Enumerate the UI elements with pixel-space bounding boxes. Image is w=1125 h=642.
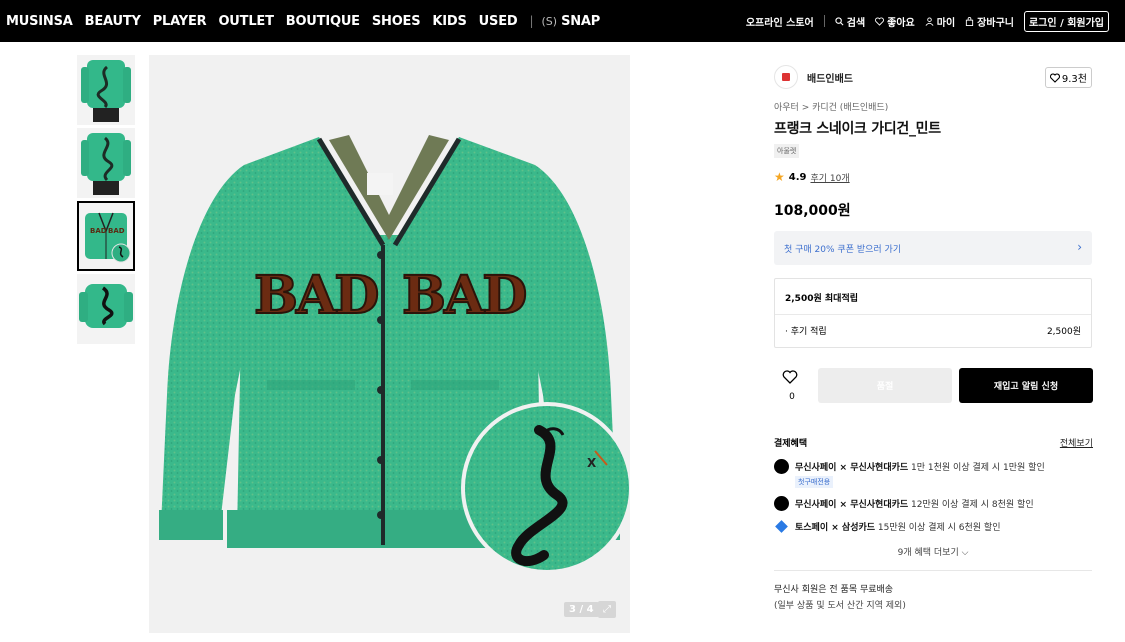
thumbnail-image: BAD BAD <box>79 203 133 269</box>
benefit-title: 무신사페이 × 무신사현대카드 <box>795 500 909 510</box>
image-pager: 3 / 4 <box>564 602 599 617</box>
benefit-item-3: 토스페이 × 삼성카드 15만원 이상 결제 시 6천원 할인 <box>774 520 1094 534</box>
benefit-text: 무신사페이 × 무신사현대카드 12만원 이상 결제 시 8천원 할인 <box>795 497 1034 510</box>
benefits-heading: 결제혜택 <box>774 439 808 449</box>
star-icon: ★ <box>774 170 785 184</box>
offline-store-link[interactable]: 오프라인 스토어 <box>746 14 814 29</box>
breadcrumb[interactable]: 아우터 > 카디건 (배드인배드) <box>774 100 888 113</box>
points-row-value: 2,500원 <box>1046 327 1081 337</box>
nav-item-player[interactable]: PLAYER <box>153 14 207 29</box>
benefit-title: 무신사페이 × 무신사현대카드 <box>795 463 909 473</box>
coupon-text: 첫 구매 20% 쿠폰 받으러 가기 <box>784 244 902 255</box>
points-divider <box>775 314 1091 315</box>
review-count-link[interactable]: 후기 10개 <box>810 171 849 184</box>
brand-row: 배드인배드 9.3천 <box>774 65 1092 90</box>
brand-like-count: 9.3천 <box>1061 74 1087 85</box>
cart-link[interactable]: 장바구니 <box>965 14 1014 29</box>
wish-count: 0 <box>789 392 795 402</box>
thumbnail-4[interactable] <box>77 274 135 344</box>
thumbnail-image <box>77 55 135 125</box>
brand-name[interactable]: 배드인배드 <box>807 70 853 85</box>
coupon-banner[interactable]: 첫 구매 20% 쿠폰 받으러 가기 › <box>774 231 1092 265</box>
snap-prefix: (S) <box>541 14 558 28</box>
search-label: 검색 <box>846 17 866 29</box>
benefit-desc: 1만 1천원 이상 결제 시 1만원 할인 <box>908 463 1045 473</box>
thumbnail-1[interactable] <box>77 55 135 125</box>
musinsa-pay-icon <box>774 496 789 511</box>
heart-icon <box>1049 72 1060 83</box>
restock-alert-button[interactable]: 재입고 알림 신청 <box>959 368 1093 403</box>
main-menu: MUSINSA BEAUTY PLAYER OUTLET BOUTIQUE SH… <box>0 14 612 29</box>
product-price: 108,000원 <box>774 203 851 219</box>
benefit-desc: 12만원 이상 결제 시 8천원 할인 <box>908 500 1034 510</box>
more-benefits-button[interactable]: 9개 혜택 더보기 ⌵ <box>774 545 1092 558</box>
benefit-text: 토스페이 × 삼성카드 15만원 이상 결제 시 6천원 할인 <box>795 520 1001 533</box>
nav-item-kids[interactable]: KIDS <box>432 14 466 29</box>
search-icon <box>835 16 844 25</box>
svg-text:X: X <box>587 456 597 470</box>
brand-like-button[interactable]: 9.3천 <box>1044 67 1092 88</box>
soldout-button[interactable]: 품절 <box>818 368 952 403</box>
nav-utilities: 오프라인 스토어 검색 좋아요 마이 장바구니 로그인 / 회원가입 <box>746 0 1109 42</box>
musinsa-pay-icon <box>774 459 789 474</box>
login-button[interactable]: 로그인 / 회원가입 <box>1023 10 1109 32</box>
benefit-desc: 15만원 이상 결제 시 6천원 할인 <box>875 523 1001 533</box>
benefit-sub-badge: 첫구매전용 <box>795 476 834 488</box>
svg-text:BAD: BAD <box>254 265 377 326</box>
thumbnail-3-selected[interactable]: BAD BAD <box>77 201 135 271</box>
benefit-text: 무신사페이 × 무신사현대카드 1만 1천원 이상 결제 시 1만원 할인 첫구… <box>795 460 1045 488</box>
wish-button[interactable]: 0 <box>782 370 802 403</box>
nav-item-outlet[interactable]: OUTLET <box>218 14 274 29</box>
rating-row: ★ 4.9 후기 10개 <box>774 170 850 184</box>
product-title: 프랭크 스네이크 가디건_민트 <box>774 121 941 137</box>
my-link[interactable]: 마이 <box>925 14 955 29</box>
heart-icon <box>782 370 798 384</box>
benefit-item-1: 무신사페이 × 무신사현대카드 1만 1천원 이상 결제 시 1만원 할인 첫구… <box>774 459 1094 488</box>
points-box: 2,500원 최대적립 · 후기 적립 2,500원 <box>774 278 1092 348</box>
nav-item-used[interactable]: USED <box>479 14 518 29</box>
main-product-image[interactable]: BAD BAD X 3 / 4 ⤢ <box>149 55 630 633</box>
chevron-right-icon: › <box>1077 240 1082 254</box>
section-divider <box>774 570 1092 571</box>
top-navigation: MUSINSA BEAUTY PLAYER OUTLET BOUTIQUE SH… <box>0 0 1125 42</box>
shipping-exception: (일부 상품 및 도서 산간 지역 제외) <box>774 601 906 611</box>
benefit-item-2: 무신사페이 × 무신사현대카드 12만원 이상 결제 시 8천원 할인 <box>774 496 1094 511</box>
expand-icon[interactable]: ⤢ <box>598 601 616 618</box>
bag-icon <box>966 16 974 26</box>
rating-score: 4.9 <box>788 171 807 183</box>
points-title: 2,500원 최대적립 <box>785 294 859 304</box>
outlet-tag: 아울렛 <box>774 144 800 158</box>
search-link[interactable]: 검색 <box>835 14 865 29</box>
svg-text:BAD: BAD <box>402 265 525 326</box>
shipping-info: 무신사 회원은 전 품목 무료배송 <box>774 585 894 595</box>
nav-item-snap[interactable]: SNAP <box>561 14 600 29</box>
heart-icon <box>875 16 885 26</box>
nav-divider <box>823 15 825 27</box>
toss-pay-icon <box>774 519 789 534</box>
likes-label: 좋아요 <box>887 17 915 29</box>
thumbnail-image <box>77 274 135 344</box>
nav-item-shoes[interactable]: SHOES <box>372 14 421 29</box>
product-info-panel: 배드인배드 9.3천 아우터 > 카디건 (배드인배드) 프랭크 스네이크 가디… <box>760 55 1105 642</box>
benefits-view-all-link[interactable]: 전체보기 <box>1060 436 1093 449</box>
user-icon <box>925 16 934 26</box>
nav-separator: | <box>529 14 534 28</box>
benefit-title: 토스페이 × 삼성카드 <box>795 523 876 533</box>
svg-text:BAD: BAD <box>108 227 125 235</box>
points-row-label: · 후기 적립 <box>785 327 827 337</box>
nav-item-boutique[interactable]: BOUTIQUE <box>286 14 360 29</box>
cardigan-image: BAD BAD X <box>149 55 630 633</box>
thumbnail-list: BAD BAD <box>77 55 135 347</box>
svg-text:BAD: BAD <box>90 227 107 235</box>
my-label: 마이 <box>936 17 956 29</box>
thumbnail-2[interactable] <box>77 128 135 198</box>
brand-logo[interactable] <box>774 65 798 89</box>
thumbnail-image <box>77 128 135 198</box>
likes-link[interactable]: 좋아요 <box>875 14 915 29</box>
nav-item-musinsa[interactable]: MUSINSA <box>6 14 73 29</box>
cart-label: 장바구니 <box>977 17 1014 29</box>
nav-item-beauty[interactable]: BEAUTY <box>85 14 141 29</box>
